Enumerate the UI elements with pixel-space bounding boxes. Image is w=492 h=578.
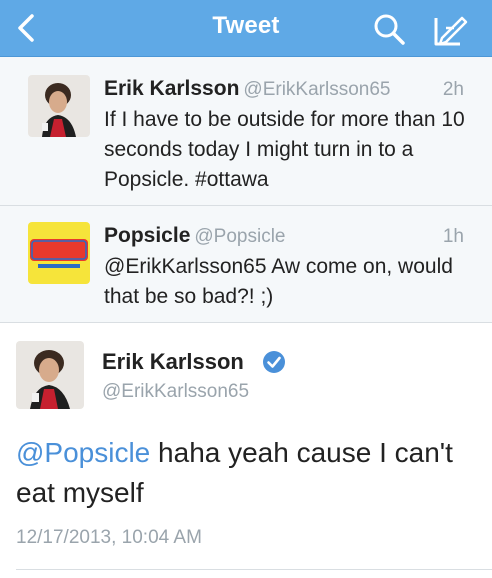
author-display-name: Popsicle: [104, 224, 191, 247]
main-tweet: Erik Karlsson @ErikKarlsson65 @Popsicle …: [0, 323, 492, 578]
navigation-bar: Tweet: [0, 0, 492, 57]
tweet-row[interactable]: Popsicle @Popsicle 1h @ErikKarlsson65 Aw …: [0, 206, 492, 323]
tweet-time: 2h: [442, 79, 464, 100]
avatar-image: [16, 341, 84, 409]
compose-icon[interactable]: [428, 10, 468, 50]
tweet-text: @ErikKarlsson65 Aw come on, would that b…: [104, 255, 453, 308]
divider: [16, 569, 492, 570]
author-handle[interactable]: @ErikKarlsson65: [102, 381, 249, 403]
author-name[interactable]: Popsicle @Popsicle: [104, 224, 285, 248]
tweet-text: @Popsicle haha yeah cause I can't eat my…: [16, 433, 456, 513]
avatar-image: [28, 75, 90, 137]
verified-badge-icon: [263, 351, 285, 373]
author-name[interactable]: Erik Karlsson: [102, 349, 244, 375]
author-handle: @ErikKarlsson65: [243, 79, 391, 100]
avatar[interactable]: [28, 222, 90, 284]
tweet-text: If I have to be outside for more than 10…: [104, 108, 465, 191]
avatar[interactable]: [16, 341, 84, 409]
author-display-name: Erik Karlsson: [104, 77, 240, 100]
popsicle-logo: [28, 222, 90, 284]
tweet-row[interactable]: Erik Karlsson @ErikKarlsson65 2h If I hav…: [0, 57, 492, 206]
author-name[interactable]: Erik Karlsson @ErikKarlsson65: [104, 77, 390, 101]
search-icon[interactable]: [370, 10, 408, 48]
tweet-time: 1h: [442, 226, 464, 247]
author-handle: @Popsicle: [194, 226, 286, 247]
mention-link[interactable]: @Popsicle: [16, 437, 150, 468]
avatar[interactable]: [28, 75, 90, 137]
tweet-timestamp: 12/17/2013, 10:04 AM: [16, 527, 202, 548]
page-title: Tweet: [212, 12, 280, 39]
